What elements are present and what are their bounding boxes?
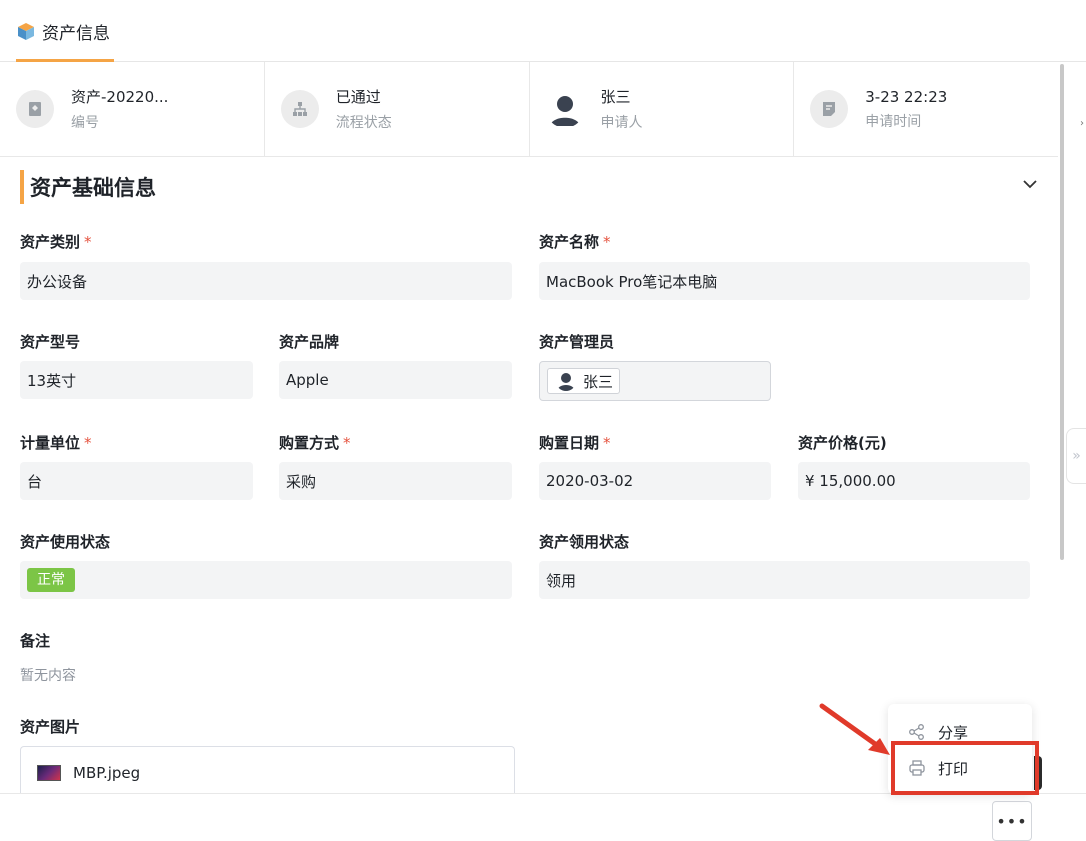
- section-title: 资产基础信息: [30, 176, 156, 200]
- scrollbar[interactable]: [1060, 64, 1064, 560]
- edge-indicator: ›: [1080, 118, 1084, 129]
- field-unit: 台: [20, 462, 253, 500]
- chevron-down-icon: [1023, 180, 1037, 189]
- field-label-price: 资产价格(元): [798, 434, 887, 452]
- more-button[interactable]: •••: [992, 801, 1032, 841]
- summary-value: 已通过: [335, 88, 381, 106]
- avatar: [556, 371, 576, 391]
- summary-applicant: 张三 申请人: [530, 62, 795, 156]
- field-label-purchase-method: 购置方式 *: [279, 434, 351, 452]
- summary-value: 张三: [600, 88, 631, 106]
- field-manager: 张三: [539, 361, 771, 401]
- summary-flow-status: 已通过 流程状态: [265, 62, 530, 156]
- field-label-images: 资产图片: [20, 718, 81, 736]
- summary-label: 编号: [71, 115, 99, 131]
- top-bar: 资产信息: [0, 0, 1086, 62]
- collapse-button[interactable]: [1018, 172, 1042, 196]
- field-label-use-status: 资产使用状态: [20, 533, 111, 551]
- field-brand: Apple: [279, 361, 512, 399]
- field-purchase-date: 2020-03-02: [539, 462, 771, 500]
- field-label-claim-status: 资产领用状态: [539, 533, 630, 551]
- user-chip-name: 张三: [583, 372, 614, 391]
- field-use-status: 正常: [20, 561, 512, 599]
- field-category: 办公设备: [20, 262, 512, 300]
- more-icon: •••: [996, 811, 1028, 831]
- summary-label: 申请人: [600, 115, 643, 131]
- field-label-category: 资产类别 *: [20, 233, 92, 251]
- highlight-box: [891, 741, 1039, 795]
- bottom-bar: [0, 793, 1086, 841]
- field-name: MacBook Pro笔记本电脑: [539, 262, 1030, 300]
- field-claim-status: 领用: [539, 561, 1030, 599]
- field-label-name: 资产名称 *: [539, 233, 611, 251]
- calendar-note-icon: [810, 90, 849, 128]
- field-label-brand: 资产品牌: [279, 333, 340, 351]
- summary-label: 流程状态: [335, 115, 392, 131]
- double-chevron-right-icon: »: [1072, 448, 1081, 464]
- remark-empty: 暂无内容: [20, 668, 76, 684]
- menu-item-label: 分享: [938, 723, 969, 742]
- section-header: 资产基础信息: [20, 170, 156, 204]
- summary-value: 资产-20220...: [71, 88, 169, 106]
- file-item[interactable]: MBP.jpeg: [20, 746, 515, 798]
- arrow-annotation: [819, 703, 890, 755]
- image-thumbnail: [37, 764, 61, 781]
- summary-label: 申请时间: [865, 113, 922, 130]
- field-purchase-method: 采购: [279, 462, 512, 500]
- summary-number: 资产-20220... 编号: [0, 62, 265, 156]
- badge-icon: [16, 90, 54, 128]
- section-accent-bar: [20, 170, 24, 204]
- field-label-model: 资产型号: [20, 333, 81, 351]
- field-label-manager: 资产管理员: [539, 333, 615, 351]
- summary-value: 3-23 22:23: [865, 87, 948, 106]
- field-label-remark: 备注: [20, 632, 51, 650]
- file-name: MBP.jpeg: [73, 763, 141, 782]
- side-expand-handle[interactable]: »: [1066, 428, 1086, 484]
- field-model: 13英寸: [20, 361, 253, 399]
- field-label-purchase-date: 购置日期 *: [539, 434, 611, 452]
- share-icon: [909, 724, 924, 740]
- summary-strip: 资产-20220... 编号 已通过 流程状态 张三 申请人 3-23 22:2…: [0, 62, 1058, 157]
- tab-asset-info[interactable]: 资产信息: [16, 0, 110, 62]
- tab-title: 资产信息: [42, 23, 110, 44]
- cube-icon: [18, 23, 34, 40]
- avatar: [545, 90, 584, 128]
- user-chip[interactable]: 张三: [547, 368, 621, 394]
- field-price: ¥ 15,000.00: [798, 462, 1030, 500]
- status-badge: 正常: [27, 568, 75, 592]
- field-label-unit: 计量单位 *: [20, 434, 92, 452]
- summary-apply-time: 3-23 22:23 申请时间: [794, 62, 1058, 156]
- org-chart-icon: [280, 90, 319, 128]
